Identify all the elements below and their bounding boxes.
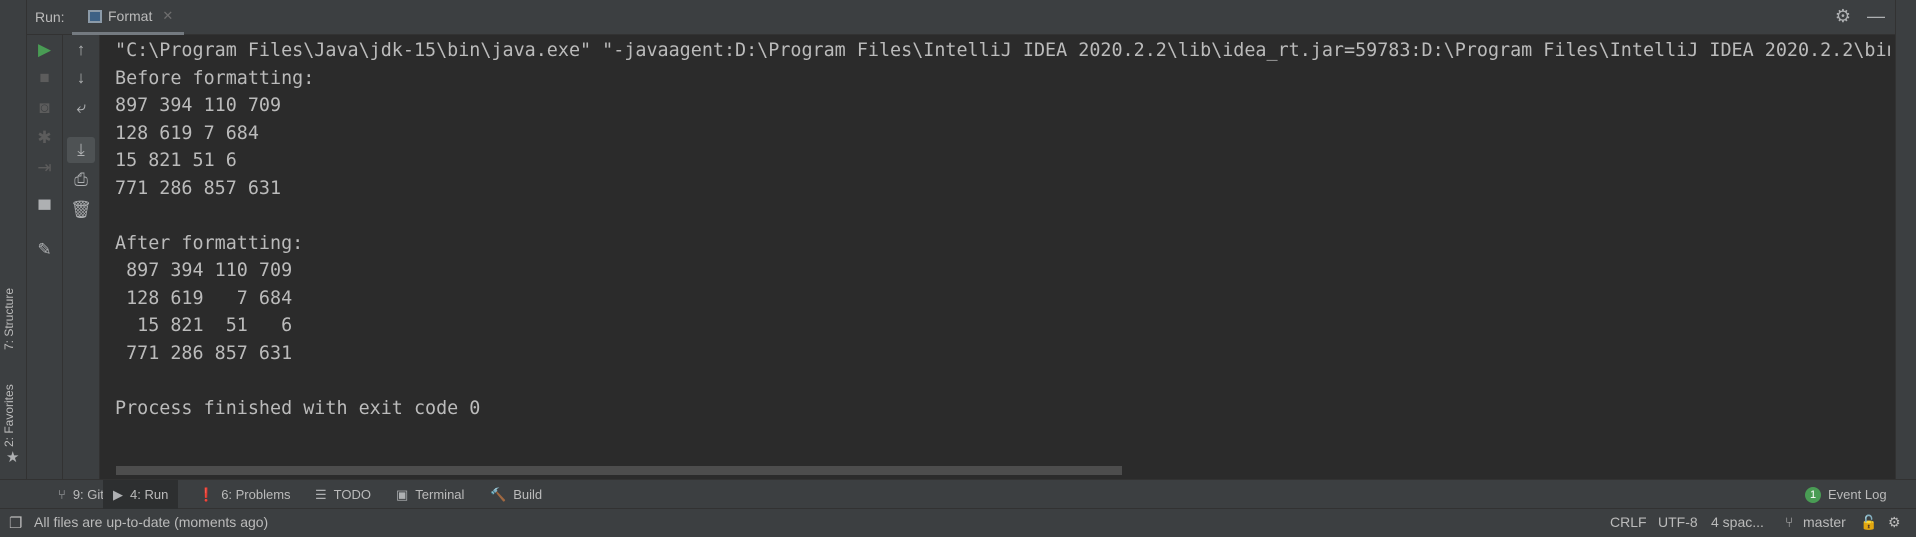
git-branch[interactable]: master (1803, 514, 1846, 530)
todo-label: TODO (333, 487, 371, 502)
pin-icon[interactable]: ✎ (27, 240, 62, 260)
tool-window-bar: ⑂ 9: Git ▶ 4: Run ❗ 6: Problems ☰ TODO ▣ Term… (0, 479, 1916, 509)
horizontal-scrollbar[interactable] (116, 466, 1122, 475)
event-log-button[interactable]: 1 Event Log (1795, 480, 1897, 509)
gear-icon[interactable]: ⚙ (1835, 6, 1851, 27)
right-tool-stripe (1895, 0, 1916, 479)
terminal-tool-button[interactable]: ▣ Terminal (386, 480, 474, 509)
lock-icon[interactable]: 🔓 (1860, 514, 1877, 531)
encoding[interactable]: UTF-8 (1658, 514, 1698, 530)
console-line: "C:\Program Files\Java\jdk-15\bin\java.e… (115, 40, 1890, 61)
copy-icon[interactable]: ❐ (9, 514, 22, 532)
problems-label: 6: Problems (221, 487, 291, 502)
trash-icon[interactable]: 🗑 (63, 200, 99, 220)
console-line: 771 286 857 631 (115, 177, 282, 199)
tab-label: Format (108, 8, 153, 24)
left-tool-stripe: 7: Structure 2: Favorites ★ (0, 0, 27, 479)
arrow-up-icon[interactable]: ↑ (63, 40, 99, 60)
debug-icon[interactable]: ✱ (27, 128, 62, 148)
console-line: 15 821 51 6 (115, 315, 293, 336)
console-line: 897 394 110 709 (115, 260, 293, 281)
close-tab-icon[interactable]: ✕ (162, 8, 173, 24)
problems-tool-button[interactable]: ❗ 6: Problems (188, 480, 301, 509)
inspector-icon[interactable]: ⚙ (1888, 514, 1901, 531)
print-icon[interactable]: ⎙ (63, 170, 99, 190)
console-line: Before formatting: (115, 67, 315, 89)
rerun-icon[interactable]: ▶ (27, 40, 62, 60)
build-label: Build (513, 487, 543, 502)
console-line: 128 619 7 684 (115, 287, 293, 309)
hammer-icon: 🔨 (490, 486, 507, 502)
layout-icon[interactable]: ▀ (27, 200, 62, 220)
arrow-down-icon[interactable]: ↓ (63, 68, 99, 88)
console-line: 897 394 110 709 (115, 95, 282, 116)
star-icon: ★ (6, 449, 20, 466)
console-line: After formatting: (115, 232, 304, 254)
minimize-icon[interactable]: — (1867, 6, 1885, 27)
console-output[interactable]: "C:\Program Files\Java\jdk-15\bin\java.e… (115, 37, 1890, 422)
console-line: Process finished with exit code 0 (115, 397, 481, 419)
status-message[interactable]: All files are up-to-date (moments ago) (34, 514, 268, 530)
indent[interactable]: 4 spac... (1711, 514, 1764, 530)
play-icon: ▶ (113, 486, 123, 502)
stop-icon[interactable]: ■ (27, 68, 62, 88)
structure-tool-button[interactable]: 7: Structure (2, 288, 16, 350)
git-label: 9: Git (72, 487, 104, 502)
run-actions-toolbar: ▶ ■ ◙ ✱ ⇥ ▀ ✎ (27, 35, 63, 479)
list-icon: ☰ (315, 486, 327, 502)
run-tool-window-header: Run: Format ✕ ⚙ — (0, 0, 1895, 35)
warning-icon: ❗ (198, 486, 215, 502)
status-bar: ❐ All files are up-to-date (moments ago)… (0, 509, 1916, 537)
branch-icon: ⑂ (58, 487, 66, 502)
build-tool-button[interactable]: 🔨 Build (480, 480, 552, 509)
line-separator[interactable]: CRLF (1610, 514, 1647, 530)
exit-icon[interactable]: ⇥ (27, 158, 62, 178)
run-tool-button[interactable]: ▶ 4: Run (103, 480, 179, 509)
console-line: 771 286 857 631 (115, 342, 293, 364)
console-toolbar: ↑ ↓ ⤶ ⤓ ⎙ 🗑 (63, 35, 100, 479)
tab-format[interactable]: Format ✕ (72, 0, 184, 35)
terminal-label: Terminal (415, 487, 465, 502)
console-line: 15 821 51 6 (115, 150, 237, 171)
run-label: Run: (35, 9, 65, 25)
terminal-icon: ▣ (396, 486, 409, 502)
event-log-label: Event Log (1828, 487, 1887, 502)
todo-tool-button[interactable]: ☰ TODO (305, 480, 381, 509)
console-icon (88, 9, 102, 23)
favorites-tool-button[interactable]: 2: Favorites (2, 384, 16, 447)
soft-wrap-icon[interactable]: ⤶ (63, 98, 99, 118)
run-label: 4: Run (130, 487, 169, 502)
scroll-to-end-icon[interactable]: ⤓ (67, 137, 95, 163)
camera-icon[interactable]: ◙ (27, 98, 62, 118)
event-count-badge: 1 (1805, 486, 1821, 503)
console-line: 128 619 7 684 (115, 122, 259, 144)
branch-icon: ⑂ (1785, 514, 1794, 530)
